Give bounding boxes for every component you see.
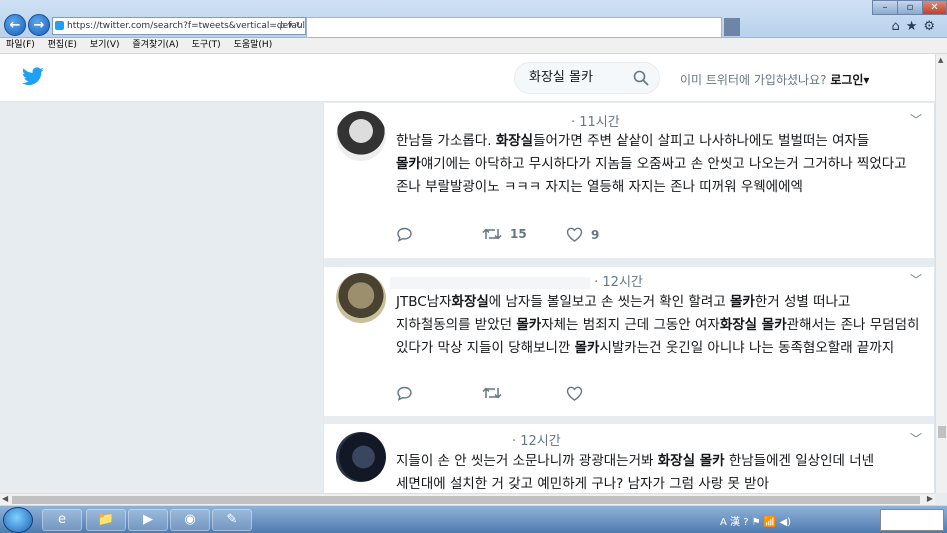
forward-arrow-icon[interactable]: → (28, 14, 50, 36)
home-favorites-settings-icons[interactable]: ⌂★⚙ (891, 19, 941, 34)
tweet-text-segment: JTBC남자 (396, 294, 452, 310)
keyword-highlight: 화장실 몰카 (657, 453, 725, 469)
twitter-favicon-icon (55, 21, 64, 30)
minimize-icon[interactable]: – (872, 0, 898, 15)
menu-file[interactable]: 파일(F) (6, 40, 35, 50)
address-tools-icon[interactable]: ρ ▾ ↻ (280, 18, 304, 34)
twitter-header: 화장실 몰카 이미 트위터에 가입하셨나요? 로그인▾ (0, 54, 935, 102)
keyword-highlight: 화장실 (495, 133, 534, 149)
paint-taskbar-icon[interactable]: ✎ (212, 509, 252, 531)
tweet-time[interactable]: · 12시간 (594, 275, 643, 290)
tweet-text-segment: 얘기에는 아닥하고 무시하다가 지놈들 오줌싸고 손 안씻고 나오는거 그거하나… (396, 156, 907, 195)
maximize-icon[interactable]: ▫ (897, 0, 923, 15)
tweet-time[interactable]: · 11시간 (571, 111, 620, 130)
browser-titlebar: ← → https://twitter.com/search?f=tweets&… (0, 0, 947, 38)
search-query: 화장실 몰카 (529, 70, 593, 85)
reply-icon[interactable] (396, 227, 413, 242)
menu-favorites[interactable]: 즐겨찾기(A) (132, 40, 178, 50)
media-player-taskbar-icon[interactable]: ▶ (128, 509, 168, 531)
avatar[interactable] (336, 273, 386, 323)
search-input[interactable]: 화장실 몰카 (514, 62, 660, 94)
vertical-scrollbar[interactable]: ▲ (935, 54, 947, 493)
tweet-text: 지들이 손 안 씻는거 소문나니까 광광대는거봐 화장실 몰카 한남들에겐 일상… (396, 450, 926, 493)
ie-taskbar-icon[interactable]: e (42, 509, 82, 531)
chevron-down-icon[interactable]: ﹀ (910, 430, 922, 447)
retweet-count: 15 (510, 227, 527, 241)
tweet-text-segment: 시발카는건 웃긴일 아니냐 나는 동족혐오할래 끝까지 (599, 340, 895, 356)
keyword-highlight: 몰카 (729, 294, 755, 310)
avatar[interactable] (336, 432, 386, 482)
scroll-right-icon[interactable]: ▶ (927, 494, 933, 503)
keyword-highlight: 몰카 (574, 340, 600, 356)
start-button[interactable] (3, 507, 33, 533)
back-arrow-icon[interactable]: ← (4, 14, 26, 36)
chevron-down-icon[interactable]: ﹀ (910, 111, 922, 128)
tweet-header: · 12시간 (390, 271, 643, 290)
tweet-text-segment: 지들이 손 안 씻는거 소문나니까 광광대는거봐 (396, 453, 658, 469)
avatar[interactable] (336, 111, 386, 161)
tweet-text: JTBC남자화장실에 남자들 볼일보고 손 씻는거 확인 할려고 몰카한거 성별… (396, 291, 926, 360)
tweet-text-segment: 한남들 가소롭다. (396, 133, 496, 149)
close-icon[interactable]: ✕ (922, 0, 947, 15)
menu-help[interactable]: 도움말(H) (234, 40, 273, 50)
menu-bar: 파일(F) 편집(E) 보기(V) 즐겨찾기(A) 도구(T) 도움말(H) (0, 38, 947, 54)
menu-view[interactable]: 보기(V) (90, 40, 120, 50)
tweet-text-segment: 에 남자들 볼일보고 손 씻는거 확인 할려고 (488, 294, 730, 310)
tweet-time[interactable]: · 12시간 (512, 430, 561, 449)
user-name-redacted[interactable] (390, 276, 590, 289)
clock-area[interactable] (880, 509, 944, 531)
tweet-item[interactable]: · 12시간 ﹀ 지들이 손 안 씻는거 소문나니까 광광대는거봐 화장실 몰카… (324, 416, 934, 493)
system-tray[interactable]: A 漢 ? ⚑ 📶 ◀) (720, 513, 791, 528)
menu-edit[interactable]: 편집(E) (48, 40, 77, 50)
explorer-taskbar-icon[interactable]: 📁 (86, 509, 126, 531)
tweet-item[interactable]: · 12시간 ﹀ JTBC남자화장실에 남자들 볼일보고 손 씻는거 확인 할려… (324, 259, 934, 423)
tweet-stream: · 11시간 ﹀ 한남들 가소롭다. 화장실들어가면 주변 샅샅이 살피고 나사… (323, 103, 935, 493)
chevron-down-icon[interactable]: ﹀ (910, 271, 922, 288)
menu-tools[interactable]: 도구(T) (192, 40, 221, 50)
address-text: https://twitter.com/search?f=tweets&vert… (67, 21, 306, 31)
scrollbar-thumb[interactable] (938, 426, 946, 438)
horizontal-scrollbar[interactable]: ◀ ▶ (0, 493, 935, 505)
keyword-highlight: 몰카 (516, 317, 542, 333)
address-bar[interactable]: https://twitter.com/search?f=tweets&vert… (52, 17, 306, 35)
reply-icon[interactable] (396, 386, 413, 401)
scroll-left-icon[interactable]: ◀ (2, 494, 8, 503)
like-icon[interactable]: 9 (566, 227, 599, 242)
like-count: 9 (591, 227, 600, 242)
tweet-text: 한남들 가소롭다. 화장실들어가면 주변 샅샅이 살피고 나사하나에도 벌벌떠는… (396, 130, 926, 199)
keyword-highlight: 화장실 몰카 (719, 317, 787, 333)
chrome-taskbar-icon[interactable]: ◉ (170, 509, 210, 531)
login-prompt: 이미 트위터에 가입하셨나요? 로그인▾ (680, 73, 870, 87)
taskbar: e 📁 ▶ ◉ ✎ A 漢 ? ⚑ 📶 ◀) (0, 505, 947, 533)
tweet-text-segment: 들어가면 주변 샅샅이 살피고 나사하나에도 벌벌떠는 여자들 (533, 133, 870, 149)
search-icon[interactable] (633, 70, 649, 86)
keyword-highlight: 화장실 (451, 294, 489, 310)
scroll-up-icon[interactable]: ▲ (938, 56, 943, 64)
retweet-icon[interactable] (482, 386, 510, 400)
retweet-icon[interactable]: 15 (482, 227, 527, 241)
login-link[interactable]: 로그인▾ (830, 73, 869, 87)
new-tab-button[interactable] (724, 18, 740, 36)
keyword-highlight: 몰카 (396, 156, 421, 172)
like-icon[interactable] (566, 386, 591, 401)
tweet-item[interactable]: · 11시간 ﹀ 한남들 가소롭다. 화장실들어가면 주변 샅샅이 살피고 나사… (324, 103, 934, 259)
browser-tab[interactable] (306, 17, 722, 37)
twitter-bird-icon[interactable] (22, 67, 44, 90)
scrollbar-thumb[interactable] (12, 496, 920, 504)
tweet-text-segment: 자체는 범죄지 근데 그동안 여자 (541, 317, 720, 333)
